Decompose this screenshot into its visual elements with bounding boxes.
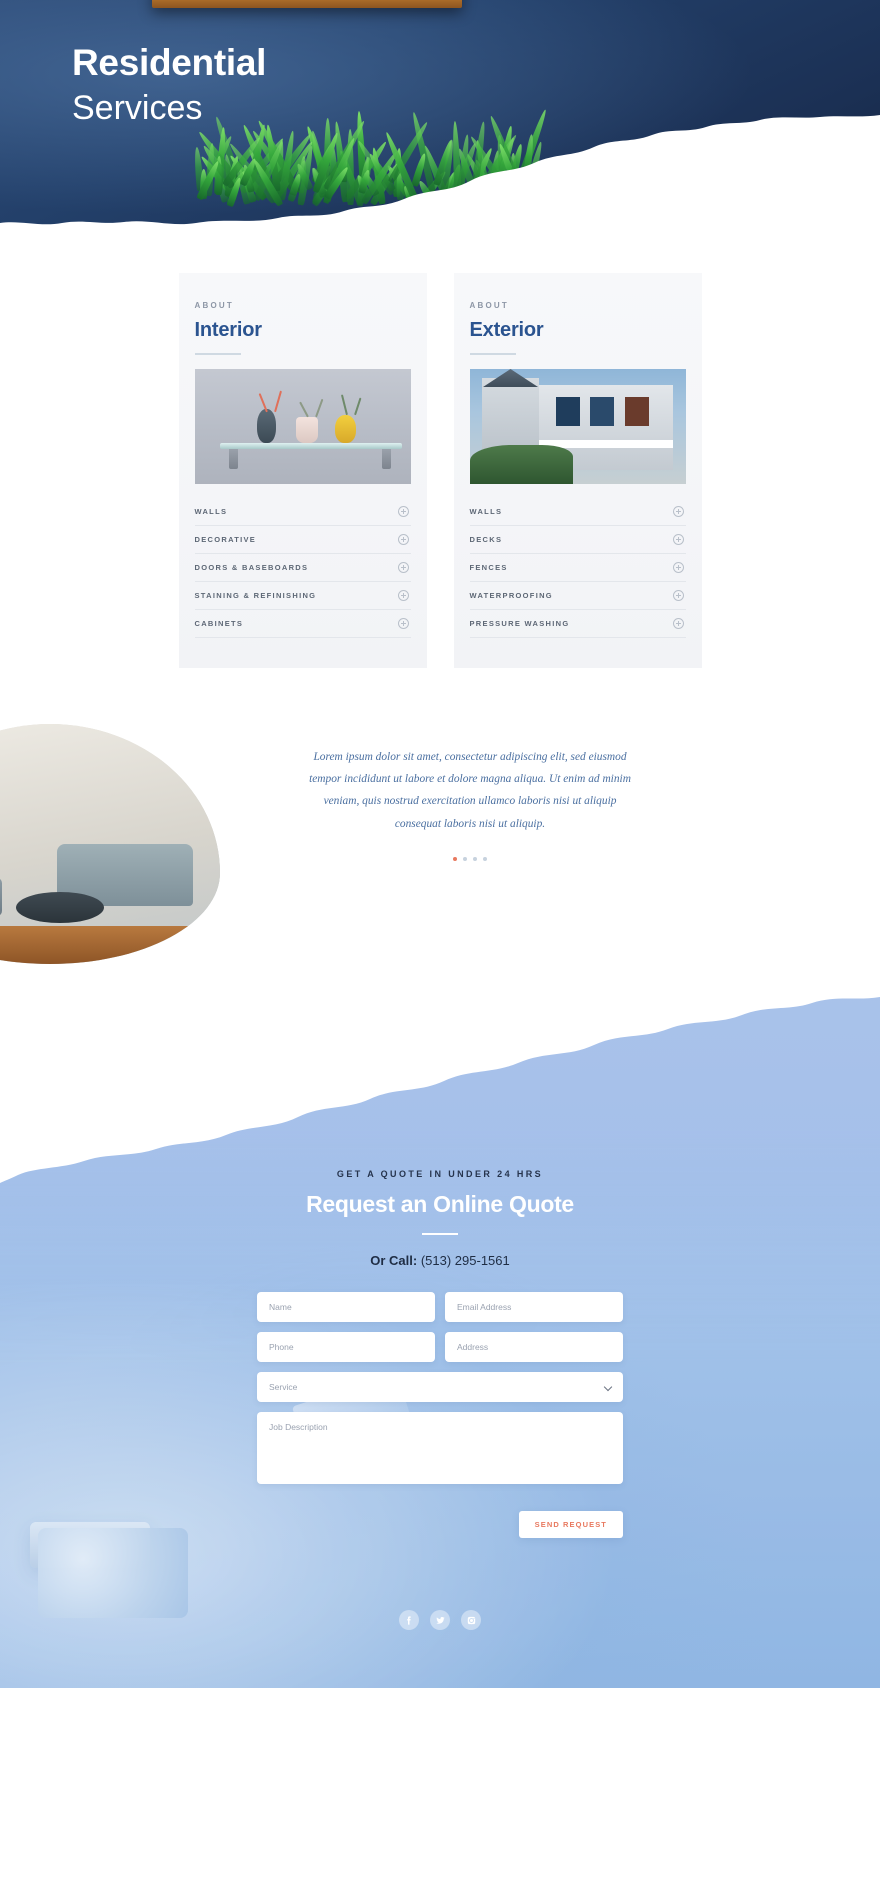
service-item-label: DECORATIVE [194, 535, 257, 544]
services-card-row: ABOUT Interior WALLS DECORATIVE DOORS & … [0, 273, 880, 668]
house-window [625, 396, 649, 427]
name-input[interactable] [257, 1292, 435, 1322]
form-row-2 [257, 1332, 623, 1362]
interior-photo [194, 369, 411, 484]
heading-underline [422, 1233, 458, 1235]
service-list-item[interactable]: FENCES [469, 554, 686, 582]
title-underline [469, 353, 516, 355]
plant-leaf [340, 394, 348, 416]
testimonial-slider-dots[interactable] [300, 856, 640, 861]
page-title: Residential Services [72, 42, 266, 129]
form-row-1 [257, 1292, 623, 1322]
service-list-item[interactable]: PRESSURE WASHING [469, 610, 686, 638]
plus-circle-icon[interactable] [672, 618, 684, 629]
plus-circle-icon[interactable] [672, 534, 684, 545]
service-card-interior[interactable]: ABOUT Interior WALLS DECORATIVE DOORS & … [178, 273, 427, 668]
vase-dark [257, 408, 277, 443]
service-item-label: CABINETS [194, 619, 244, 628]
service-select-wrap: ServiceInteriorExterior [257, 1372, 623, 1402]
quote-request-form[interactable]: ServiceInteriorExterior SEND REQUEST [257, 1292, 623, 1538]
phone-input[interactable] [257, 1332, 435, 1362]
service-card-eyebrow: ABOUT [469, 301, 509, 310]
service-list-item[interactable]: DECKS [469, 526, 686, 554]
service-item-label: DECKS [469, 535, 503, 544]
service-item-label: WALLS [469, 507, 503, 516]
plant-leaf [298, 401, 309, 418]
house-window [555, 396, 580, 427]
service-item-label: WATERPROOFING [469, 591, 553, 600]
plus-circle-icon[interactable] [397, 618, 409, 629]
quote-header: GET A QUOTE IN UNDER 24 HRS Request an O… [0, 1169, 880, 1268]
service-item-label: STAINING & REFINISHING [194, 591, 317, 600]
service-card-title: Interior [194, 319, 262, 341]
shelf-bracket-right [382, 448, 392, 469]
page-root: Residential Services ABOUT Interior WALL… [0, 0, 880, 1688]
service-list-item[interactable]: WALLS [194, 498, 411, 526]
plant-leaf [315, 399, 324, 418]
twitter-icon[interactable] [430, 1610, 450, 1630]
call-prefix-label: Or Call: [370, 1253, 418, 1268]
slider-dot-4[interactable] [483, 856, 487, 861]
quote-section: GET A QUOTE IN UNDER 24 HRS Request an O… [0, 979, 880, 1688]
facebook-icon[interactable] [399, 1610, 419, 1630]
shelf-bracket-left [229, 448, 239, 469]
wooden-shelf-decor [152, 0, 462, 8]
plus-circle-icon[interactable] [672, 506, 684, 517]
testimonial-body: Lorem ipsum dolor sit amet, consectetur … [300, 746, 640, 861]
quote-eyebrow: GET A QUOTE IN UNDER 24 HRS [336, 1169, 544, 1179]
hero-section: Residential Services [0, 0, 880, 245]
plus-circle-icon[interactable] [672, 590, 684, 601]
address-input[interactable] [445, 1332, 623, 1362]
send-request-button[interactable]: SEND REQUEST [518, 1511, 623, 1538]
plus-circle-icon[interactable] [397, 534, 409, 545]
social-links [0, 1538, 880, 1688]
hero-title-secondary: Services [72, 88, 203, 127]
service-list-item[interactable]: DOORS & BASEBOARDS [194, 554, 411, 582]
email-input[interactable] [445, 1292, 623, 1322]
submit-row: SEND REQUEST [257, 1511, 623, 1538]
service-list-item[interactable]: WATERPROOFING [469, 582, 686, 610]
service-list-item[interactable]: DECORATIVE [194, 526, 411, 554]
service-card-exterior[interactable]: ABOUT Exterior WALLS DECKS FENCES WATERP… [453, 273, 702, 668]
plant-leaf [354, 397, 362, 416]
testimonial-image [0, 724, 220, 964]
service-item-label: WALLS [194, 507, 228, 516]
service-item-label: PRESSURE WASHING [469, 619, 570, 628]
services-section: ABOUT Interior WALLS DECORATIVE DOORS & … [0, 245, 880, 724]
interior-service-list: WALLS DECORATIVE DOORS & BASEBOARDS STAI… [194, 498, 411, 638]
vase-pink [296, 416, 319, 443]
slider-dot-1[interactable] [453, 856, 457, 861]
plant-leaf [274, 390, 283, 412]
service-list-item[interactable]: CABINETS [194, 610, 411, 638]
exterior-photo [469, 369, 686, 484]
service-card-eyebrow: ABOUT [194, 301, 234, 310]
instagram-icon[interactable] [461, 1610, 481, 1630]
exterior-service-list: WALLS DECKS FENCES WATERPROOFING PRESSUR… [469, 498, 686, 638]
slider-dot-2[interactable] [463, 856, 467, 861]
testimonial-quote: Lorem ipsum dolor sit amet, consectetur … [309, 751, 631, 830]
glass-shelf [220, 442, 402, 449]
quote-heading: Request an Online Quote [306, 1191, 574, 1217]
room-floor [0, 925, 220, 964]
plus-circle-icon[interactable] [397, 562, 409, 573]
house-window [590, 396, 615, 427]
slider-dot-3[interactable] [473, 856, 477, 861]
plus-circle-icon[interactable] [397, 506, 409, 517]
plus-circle-icon[interactable] [672, 562, 684, 573]
service-list-item[interactable]: STAINING & REFINISHING [194, 582, 411, 610]
testimonial-section: Lorem ipsum dolor sit amet, consectetur … [0, 724, 880, 979]
phone-number[interactable]: (513) 295-1561 [421, 1253, 510, 1268]
service-card-title: Exterior [469, 319, 544, 341]
job-description-textarea[interactable] [257, 1412, 623, 1484]
service-item-label: DOORS & BASEBOARDS [194, 563, 309, 572]
quote-phone-line: Or Call: (513) 295-1561 [0, 1253, 880, 1268]
service-list-item[interactable]: WALLS [469, 498, 686, 526]
plus-circle-icon[interactable] [397, 590, 409, 601]
service-item-label: FENCES [469, 563, 508, 572]
title-underline [194, 353, 241, 355]
vase-yellow [334, 414, 356, 443]
service-select[interactable]: ServiceInteriorExterior [257, 1372, 623, 1402]
hero-title-primary: Residential [72, 42, 267, 83]
shrubbery [469, 444, 574, 484]
